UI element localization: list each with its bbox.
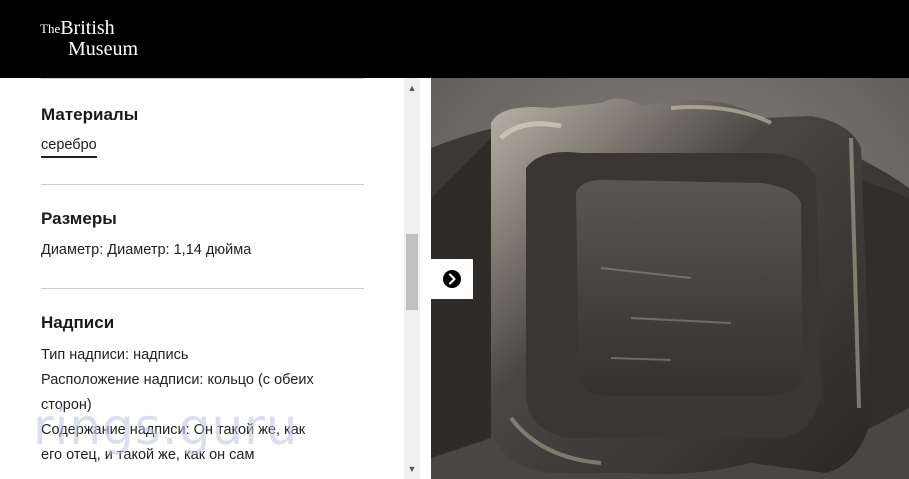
logo-the: The [40, 21, 61, 36]
logo-british: British [60, 17, 115, 39]
ring-image [431, 78, 909, 479]
section-divider [41, 184, 364, 185]
chevron-right-icon [443, 270, 461, 288]
material-silver-link[interactable]: серебро [41, 137, 97, 158]
british-museum-logo[interactable]: TheBritish Museum [40, 18, 138, 59]
section-divider [41, 288, 364, 289]
panel-scrollbar[interactable]: ▲ ▼ [404, 78, 420, 479]
site-header: TheBritish Museum [0, 0, 909, 78]
ring-photo-svg [431, 78, 909, 479]
section-divider [41, 78, 364, 79]
inscriptions-title: Надписи [41, 313, 115, 332]
dimensions-text: Диаметр: Диаметр: 1,14 дюйма [41, 242, 252, 258]
scroll-down-arrow-icon[interactable]: ▼ [404, 463, 420, 475]
scroll-up-arrow-icon[interactable]: ▲ [404, 82, 420, 94]
next-image-button[interactable] [431, 259, 473, 299]
scrollbar-thumb[interactable] [406, 234, 418, 310]
logo-museum: Museum [68, 38, 138, 60]
inscription-type: Тип надписи: надпись [41, 347, 189, 363]
watermark: rings.guru [33, 398, 299, 456]
dimensions-title: Размеры [41, 209, 117, 228]
inscription-position-line1: Расположение надписи: кольцо (с обеих [41, 372, 314, 388]
materials-title: Материалы [41, 105, 139, 124]
gutter [420, 78, 431, 479]
